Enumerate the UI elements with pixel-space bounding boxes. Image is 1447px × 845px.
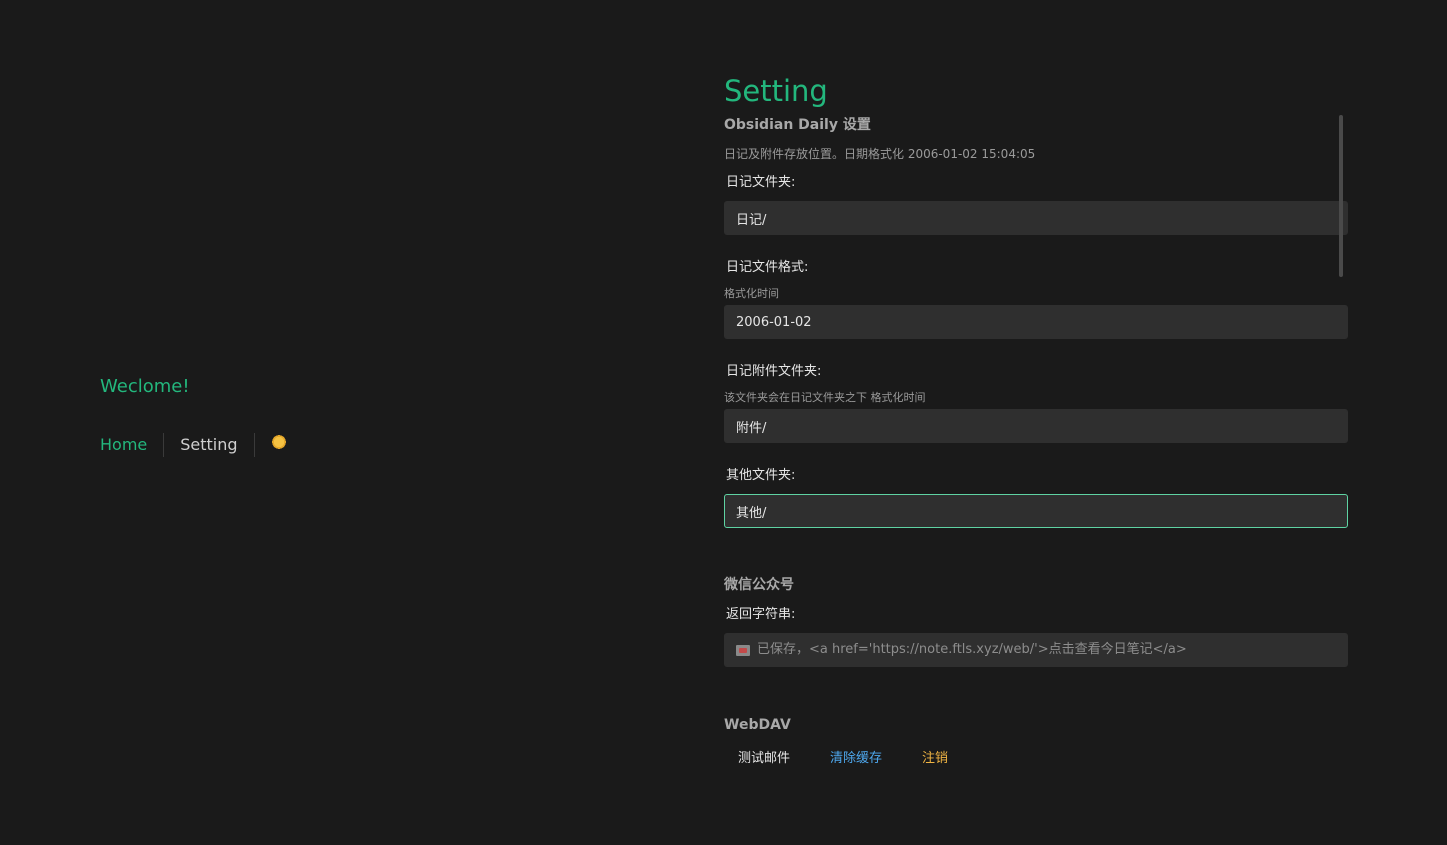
settings-panel: Setting Obsidian Daily 设置 日记及附件存放位置。日期格式… — [724, 72, 1348, 768]
field-attachment-folder: 日记附件文件夹: 该文件夹会在日记文件夹之下 格式化时间 — [724, 363, 1348, 443]
scrollbar-thumb[interactable] — [1339, 115, 1343, 277]
field-diary-folder: 日记文件夹: — [724, 174, 1348, 235]
attachment-folder-hint: 该文件夹会在日记文件夹之下 格式化时间 — [724, 391, 926, 404]
diary-folder-input[interactable] — [724, 201, 1348, 235]
obsidian-section-title: Obsidian Daily 设置 — [724, 117, 871, 133]
wechat-section-title: 微信公众号 — [724, 577, 794, 593]
nav-setting[interactable]: Setting — [164, 433, 253, 457]
welcome-text: Weclome! — [100, 376, 190, 397]
main-nav: Home Setting — [100, 433, 303, 457]
page-title: Setting — [724, 74, 828, 108]
webdav-section-title: WebDAV — [724, 717, 791, 733]
field-diary-format: 日记文件格式: 格式化时间 — [724, 259, 1348, 339]
return-string-input[interactable]: 已保存，<a href='https://note.ftls.xyz/web/'… — [724, 633, 1348, 667]
diary-format-hint: 格式化时间 — [724, 287, 779, 300]
obsidian-section-description: 日记及附件存放位置。日期格式化 2006-01-02 15:04:05 — [724, 147, 1036, 161]
other-folder-label: 其他文件夹: — [726, 468, 796, 483]
return-string-label: 返回字符串: — [726, 607, 796, 622]
diary-folder-label: 日记文件夹: — [726, 175, 796, 190]
sun-icon — [270, 434, 287, 450]
action-buttons: 测试邮件 清除缓存 注销 — [724, 750, 1348, 768]
nav-home[interactable]: Home — [100, 433, 163, 457]
diary-format-label: 日记文件格式: — [726, 260, 809, 275]
attachment-folder-input[interactable] — [724, 409, 1348, 443]
test-mail-button[interactable]: 测试邮件 — [738, 750, 790, 768]
field-return-string: 返回字符串: 已保存，<a href='https://note.ftls.xy… — [724, 606, 1348, 667]
other-folder-input[interactable] — [724, 494, 1348, 528]
app-root: Weclome! Home Setting Setting Obsidian D… — [0, 0, 1447, 845]
clear-cache-button[interactable]: 清除缓存 — [830, 750, 882, 768]
attachment-folder-label: 日记附件文件夹: — [726, 364, 822, 379]
diary-format-input[interactable] — [724, 305, 1348, 339]
logout-button[interactable]: 注销 — [922, 750, 948, 768]
field-other-folder: 其他文件夹: — [724, 467, 1348, 528]
theme-toggle[interactable] — [255, 433, 303, 457]
mail-icon — [736, 644, 750, 656]
left-panel: Weclome! Home Setting — [100, 375, 303, 457]
return-string-value: 已保存，<a href='https://note.ftls.xyz/web/'… — [757, 642, 1187, 657]
